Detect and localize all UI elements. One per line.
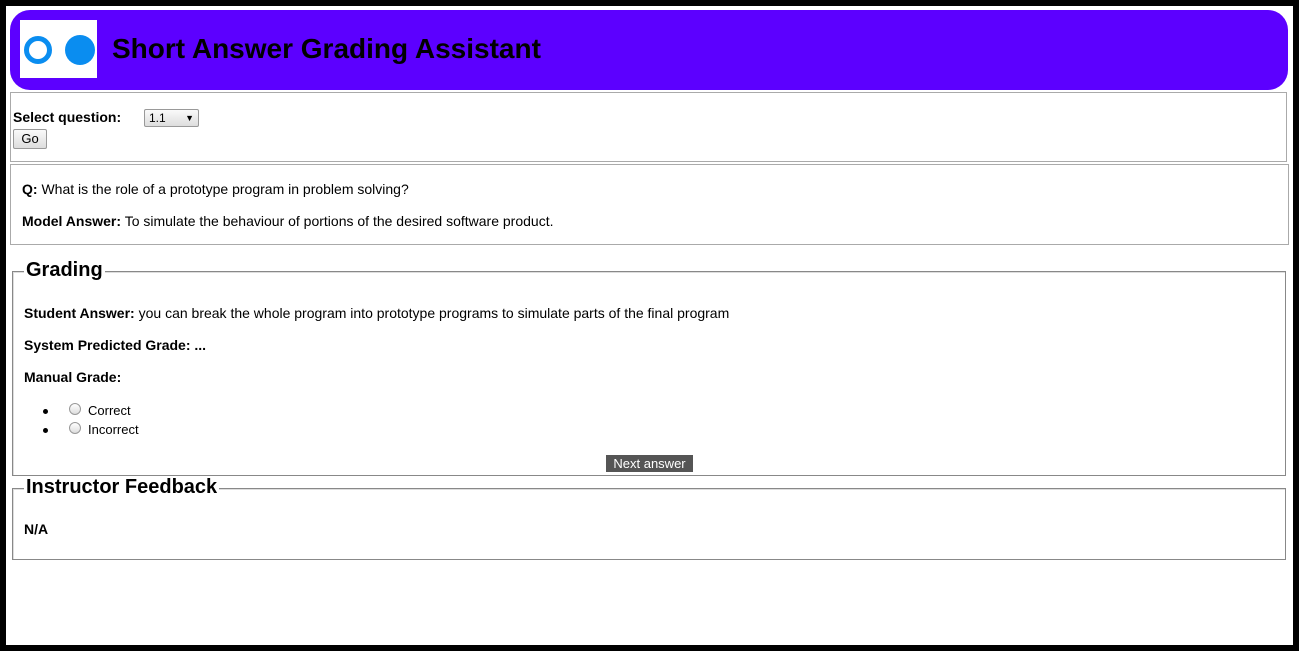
app-title: Short Answer Grading Assistant	[112, 33, 541, 64]
question-select[interactable]: 1.1 ▼	[144, 109, 199, 127]
model-answer-line: Model Answer: To simulate the behaviour …	[22, 213, 554, 229]
question-line: Q: What is the role of a prototype progr…	[22, 181, 409, 197]
ring-logo-icon	[24, 36, 52, 64]
question-label: Q:	[22, 181, 38, 197]
logo	[20, 20, 97, 78]
feedback-legend: Instructor Feedback	[24, 476, 220, 499]
feedback-fieldset: Instructor Feedback N/A	[12, 476, 1286, 560]
dot-logo-icon	[65, 35, 95, 65]
predicted-grade-value: ...	[194, 337, 207, 353]
app-header: Short Answer Grading Assistant	[10, 10, 1288, 90]
correct-label: Correct	[88, 403, 131, 418]
student-answer-label: Student Answer:	[24, 305, 135, 321]
app-frame: Short Answer Grading Assistant Select qu…	[6, 6, 1293, 645]
select-question-label: Select question:	[13, 109, 122, 125]
grading-fieldset: Grading Student Answer: you can break th…	[12, 259, 1286, 476]
predicted-grade-label: System Predicted Grade:	[24, 337, 191, 353]
question-select-value: 1.1	[149, 111, 166, 125]
feedback-value: N/A	[24, 521, 49, 537]
student-answer-text: you can break the whole program into pro…	[138, 305, 730, 321]
question-text: What is the role of a prototype program …	[41, 181, 409, 197]
bullet-icon	[43, 428, 48, 433]
manual-grade-label: Manual Grade:	[24, 369, 122, 385]
question-select-panel: Select question: 1.1 ▼ Go	[10, 92, 1287, 162]
predicted-grade-line: System Predicted Grade: ...	[24, 337, 206, 353]
student-answer-line: Student Answer: you can break the whole …	[24, 305, 729, 321]
incorrect-radio[interactable]	[69, 422, 81, 434]
model-answer-text: To simulate the behaviour of portions of…	[124, 213, 554, 229]
incorrect-label: Incorrect	[88, 422, 139, 437]
dropdown-arrow-icon: ▼	[185, 113, 194, 123]
correct-radio[interactable]	[69, 403, 81, 415]
question-panel: Q: What is the role of a prototype progr…	[10, 164, 1289, 245]
grading-legend: Grading	[24, 259, 105, 282]
go-button[interactable]: Go	[13, 129, 47, 149]
bullet-icon	[43, 409, 48, 414]
model-answer-label: Model Answer:	[22, 213, 122, 229]
next-answer-button[interactable]: Next answer	[606, 455, 693, 472]
